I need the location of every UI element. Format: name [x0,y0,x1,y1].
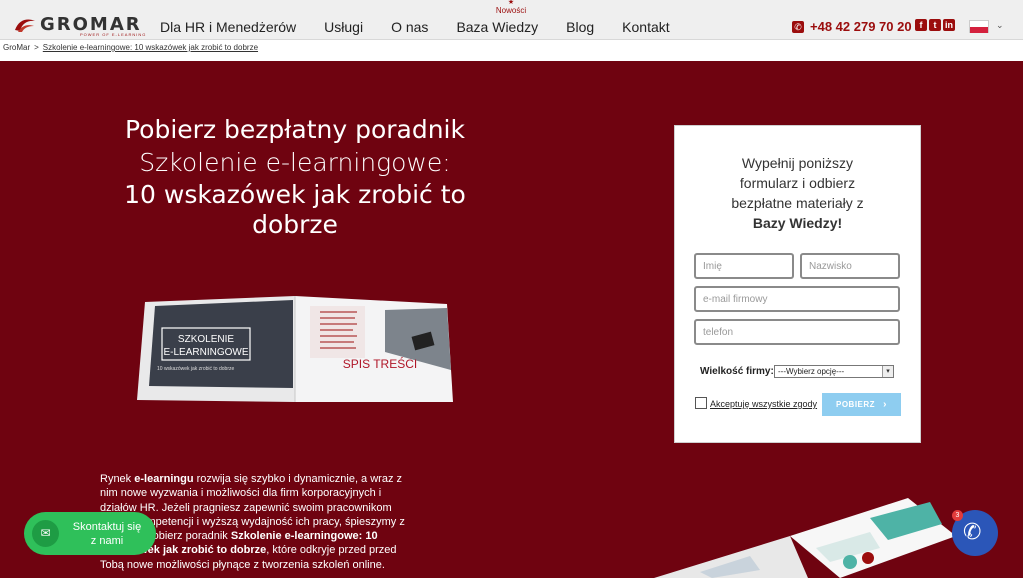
hero-subtitle-line2: 10 wskazówek jak zrobić to dobrze [124,180,466,239]
nav-item-hr[interactable]: Dla HR i Menedżerów [160,18,296,36]
form-heading-line2: formularz i odbierz [739,175,856,191]
phone-icon: ✆ [963,519,982,544]
logo-tagline: POWER OF E-LEARNING [80,32,147,37]
email-field[interactable]: e-mail firmowy [694,286,900,312]
nav-item-knowledge-base[interactable]: Baza Wiedzy [456,18,538,36]
company-size-value: ---Wybierz opcję--- [778,367,845,376]
nav-item-services[interactable]: Usługi [324,18,363,36]
phone-icon: ✆ [792,20,804,33]
social-links: f t in [915,19,955,31]
form-heading-line3: bezpłatne materiały z [731,195,864,211]
ebook-cover-image: SZKOLENIE E-LEARNINGOWE 10 wskazówek jak… [137,296,453,402]
breadcrumb-separator: > [34,43,39,52]
book-subtitle: 10 wskazówek jak zrobić to dobrze [157,366,234,372]
top-header: ★ Nowości GROMAR POWER OF E-LEARNING Dla… [0,0,1023,40]
polish-flag-icon[interactable] [969,20,989,33]
hero-subtitle-line1: Szkolenie e-learningowe: [139,148,451,177]
hero-title: Pobierz bezpłatny poradnik [125,115,465,144]
twitter-icon[interactable]: t [929,19,941,31]
news-link[interactable]: ★ Nowości [494,0,528,15]
breadcrumb: GroMar > Szkolenie e-learningowe: 10 wskaz… [3,43,258,52]
main-nav: Dla HR i Menedżerów Usługi O nas Baza Wi… [160,18,698,36]
contact-us-line2: z nami [90,535,124,547]
company-size-select[interactable]: ---Wybierz opcję--- ▾ [774,365,894,378]
first-name-field[interactable]: Imię [694,253,794,279]
form-heading-bold: Bazy Wiedzy! [752,215,843,231]
consent-checkbox[interactable] [695,397,707,409]
company-size-label: Wielkość firmy: [700,366,774,377]
book-toc-label: SPIS TREŚCI [343,356,417,371]
breadcrumb-home[interactable]: GroMar [3,43,30,52]
download-button[interactable]: POBIERZ › [822,393,901,416]
phone-field[interactable]: telefon [694,319,900,345]
phone-link[interactable]: ✆ +48 42 279 70 20 [792,19,912,34]
linkedin-icon[interactable]: in [943,19,955,31]
book-title-line1: SZKOLENIE [178,334,234,345]
ebook-preview-image [654,498,956,578]
intro-text-1: Rynek [100,473,135,485]
form-heading: Wypełnij poniższy formularz i odbierz be… [675,153,920,233]
contact-us-text: Skontaktuj się z nami [64,520,150,548]
notification-badge: 3 [952,510,963,521]
contact-us-button[interactable]: ✉ Skontaktuj się z nami [24,512,156,555]
gromar-logo[interactable]: GROMAR POWER OF E-LEARNING [14,16,145,38]
last-name-field[interactable]: Nazwisko [800,253,900,279]
nav-item-contact[interactable]: Kontakt [622,18,669,36]
call-widget-button[interactable]: ✆ 3 [952,510,998,556]
phone-number[interactable]: +48 42 279 70 20 [810,19,912,34]
chevron-down-icon: ▾ [882,366,893,377]
contact-us-line1: Skontaktuj się [72,521,142,533]
intro-bold-elearning: e-learningu [134,473,194,485]
download-button-label: POBIERZ [836,400,876,409]
book-title-line2: E-LEARNINGOWE [163,347,248,358]
download-form: Wypełnij poniższy formularz i odbierz be… [674,125,921,443]
consent-label[interactable]: Akceptuję wszystkie zgody [710,399,817,409]
news-label[interactable]: Nowości [494,7,528,15]
nav-item-blog[interactable]: Blog [566,18,594,36]
breadcrumb-current[interactable]: Szkolenie e-learningowe: 10 wskazówek ja… [43,43,258,52]
envelope-icon: ✉ [32,520,59,547]
nav-item-about[interactable]: O nas [391,18,428,36]
logo-mark-icon [15,19,35,32]
form-heading-line1: Wypełnij poniższy [741,155,854,171]
chevron-down-icon[interactable]: ⌄ [996,20,1004,31]
chevron-right-icon: › [883,399,887,410]
facebook-icon[interactable]: f [915,19,927,31]
